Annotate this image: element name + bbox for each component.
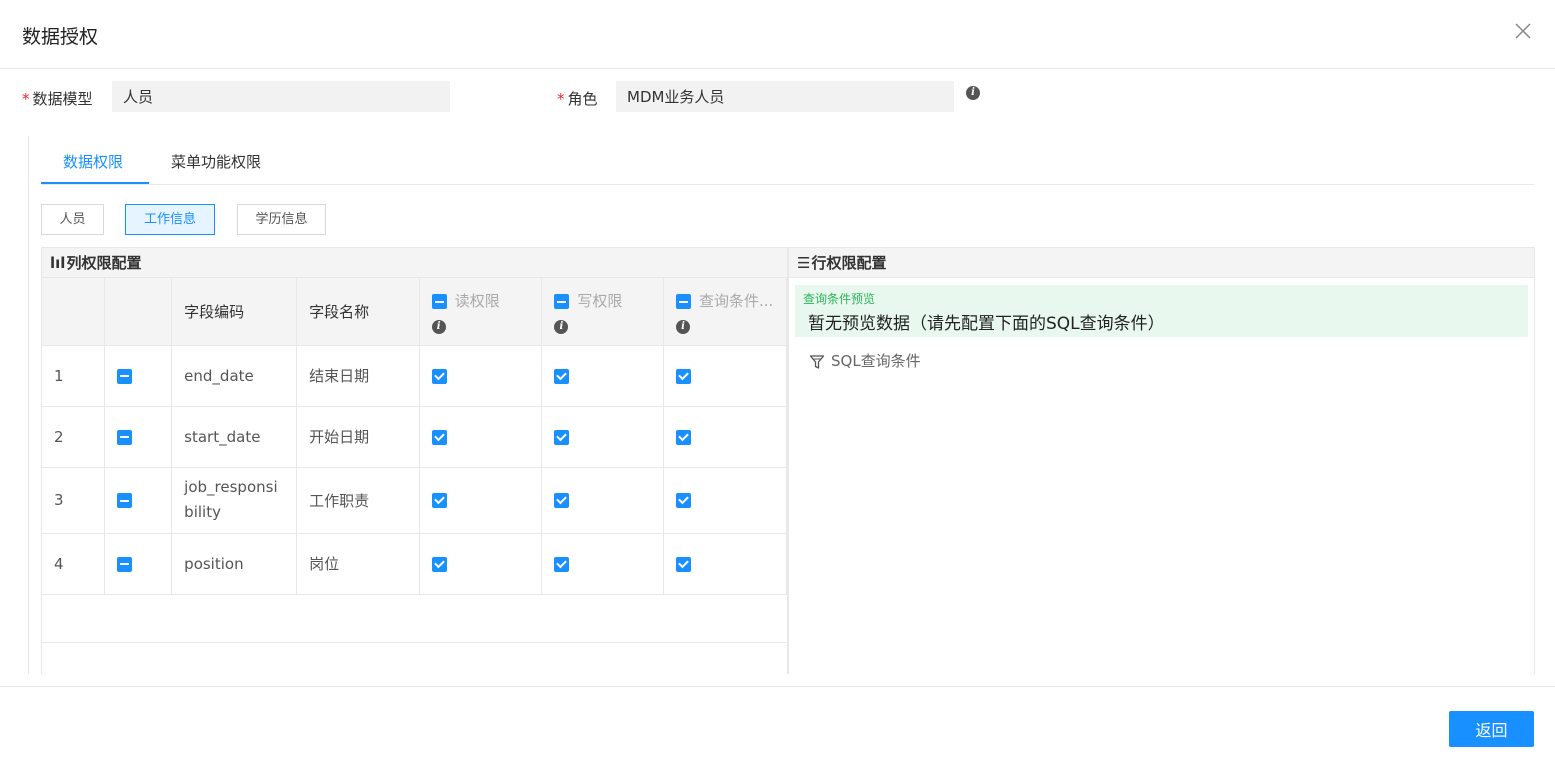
- header-query-condition: 查询条件... i: [663, 278, 787, 346]
- table-empty-row: [42, 594, 787, 643]
- form-row: *数据模型 *角色 i: [0, 81, 1555, 112]
- data-model-label: * 数据模型: [22, 90, 93, 108]
- row-select-checkbox[interactable]: [117, 556, 133, 572]
- field-code: end_date: [171, 345, 298, 407]
- row-index: 4: [42, 533, 106, 595]
- sql-condition-button[interactable]: SQL查询条件: [809, 350, 921, 371]
- header-field-name: 字段名称: [296, 278, 420, 346]
- read-checkbox[interactable]: [431, 429, 447, 445]
- tab-bar: 数据权限 菜单功能权限: [41, 136, 1534, 185]
- table-row[interactable]: 4 position 岗位: [42, 533, 787, 595]
- query-preview-title: 查询条件预览: [803, 292, 876, 306]
- query-all-checkbox[interactable]: [676, 294, 691, 309]
- table-row[interactable]: 2 start_date 开始日期: [42, 406, 787, 468]
- back-button[interactable]: 返回: [1449, 711, 1534, 747]
- row-permission-header: ☰行权限配置: [789, 248, 1534, 278]
- row-select-checkbox[interactable]: [117, 429, 133, 445]
- row-index: 1: [42, 345, 106, 407]
- role-info-icon[interactable]: i: [966, 86, 980, 100]
- query-checkbox[interactable]: [676, 368, 691, 384]
- segment-work-info[interactable]: 工作信息: [125, 204, 215, 235]
- read-checkbox[interactable]: [431, 368, 447, 384]
- segment-person[interactable]: 人员: [41, 204, 104, 235]
- query-info-icon[interactable]: i: [676, 320, 690, 334]
- close-button[interactable]: [1512, 20, 1534, 42]
- row-permission-panel: ☰行权限配置 查询条件预览 暂无预览数据（请先配置下面的SQL查询条件） SQL…: [788, 247, 1535, 674]
- column-chart-icon: lıl: [50, 254, 66, 272]
- query-checkbox[interactable]: [676, 493, 691, 508]
- tab-active-indicator: [41, 182, 149, 184]
- row-select-checkbox[interactable]: [117, 493, 133, 508]
- header-write-permission: 写权限 i: [541, 278, 664, 346]
- table-row[interactable]: 3 job_responsi bility 工作职责: [42, 467, 787, 534]
- column-permission-title: 列权限配置: [66, 254, 142, 272]
- query-checkbox[interactable]: [676, 556, 691, 572]
- role-input[interactable]: [616, 81, 954, 112]
- read-checkbox[interactable]: [431, 493, 447, 508]
- read-all-checkbox[interactable]: [431, 294, 447, 309]
- query-checkbox[interactable]: [676, 429, 691, 445]
- header-read-permission: 读权限 i: [419, 278, 543, 346]
- read-checkbox[interactable]: [431, 556, 447, 572]
- field-name: 开始日期: [296, 406, 420, 468]
- table-row[interactable]: 1 end_date 结束日期: [42, 345, 787, 407]
- column-permission-table: 字段编码 字段名称 读权限 i 写权限 i 查询条件... i 1 end_da…: [42, 278, 787, 643]
- authorization-panel: 数据权限 菜单功能权限 人员 工作信息 学历信息 lıl列权限配置 字段编码 字…: [28, 136, 1555, 674]
- read-info-icon[interactable]: i: [431, 320, 446, 334]
- row-select-checkbox[interactable]: [117, 368, 133, 384]
- row-index: 2: [42, 406, 106, 468]
- list-icon: ☰: [797, 254, 811, 272]
- sql-condition-label: SQL查询条件: [831, 352, 921, 370]
- write-checkbox[interactable]: [554, 556, 570, 572]
- dialog-title: 数据授权: [22, 26, 99, 48]
- table-header-row: 字段编码 字段名称 读权限 i 写权限 i 查询条件... i: [42, 278, 787, 346]
- data-authorization-dialog: 数据授权 *数据模型 *角色 i 数据权限 菜单功能权限 人员 工作信息 学历信…: [0, 0, 1555, 767]
- row-index: 3: [42, 467, 106, 534]
- tab-menu-permission[interactable]: 菜单功能权限: [171, 151, 261, 172]
- field-code: job_responsi bility: [171, 467, 298, 534]
- close-icon: [1515, 23, 1531, 39]
- field-name: 工作职责: [296, 467, 420, 534]
- header-select: [104, 278, 173, 346]
- field-code: position: [171, 533, 298, 595]
- column-permission-header: lıl列权限配置: [42, 248, 787, 278]
- field-name: 岗位: [296, 533, 420, 595]
- column-permission-panel: lıl列权限配置 字段编码 字段名称 读权限 i 写权限 i 查询条件... i…: [41, 247, 788, 674]
- segment-education-info[interactable]: 学历信息: [237, 204, 326, 235]
- write-checkbox[interactable]: [554, 429, 570, 445]
- query-preview-box: 查询条件预览 暂无预览数据（请先配置下面的SQL查询条件）: [795, 285, 1528, 337]
- query-preview-text: 暂无预览数据（请先配置下面的SQL查询条件）: [808, 314, 1165, 334]
- header-field-code: 字段编码: [171, 278, 298, 346]
- data-model-input[interactable]: [112, 81, 450, 112]
- header-index: [42, 278, 106, 346]
- field-code: start_date: [171, 406, 298, 468]
- field-name: 结束日期: [296, 345, 420, 407]
- row-permission-title: 行权限配置: [811, 254, 887, 272]
- write-checkbox[interactable]: [554, 493, 570, 508]
- tab-data-permission[interactable]: 数据权限: [63, 151, 123, 172]
- write-all-checkbox[interactable]: [554, 294, 570, 309]
- dialog-header: 数据授权: [0, 0, 1555, 69]
- dialog-footer: 返回: [0, 686, 1555, 767]
- filter-icon: [809, 354, 825, 369]
- role-label: * 角色: [557, 90, 598, 108]
- write-checkbox[interactable]: [554, 368, 570, 384]
- write-info-icon[interactable]: i: [554, 320, 569, 334]
